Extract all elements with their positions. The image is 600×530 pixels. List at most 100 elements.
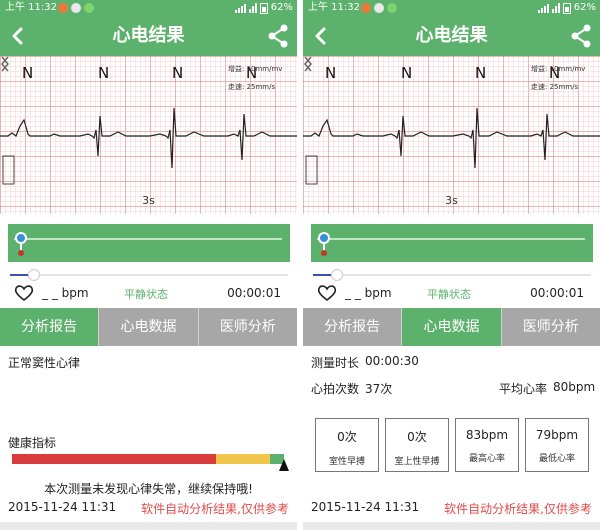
- beat-label: N: [325, 64, 337, 82]
- metric-card-supraventricular: 0次 室上性早搏: [385, 418, 449, 472]
- beat-label: N: [98, 64, 110, 82]
- tab-doctor-analysis[interactable]: 医师分析: [501, 308, 600, 346]
- overview-trace: [317, 238, 585, 240]
- tab-bar: 分析报告 心电数据 医师分析: [303, 308, 600, 346]
- footer: 2015-11-24 11:31 软件自动分析结果,仅供参考: [0, 496, 297, 530]
- battery-icon: [562, 2, 571, 14]
- beat-label: N: [22, 64, 34, 82]
- ecg-waveform-chart[interactable]: N N N N 增益: 10mm/mv 走速: 25mm/s 3s: [303, 56, 600, 214]
- bottom-edge: [0, 522, 297, 530]
- tab-ecg-data[interactable]: 心电数据: [402, 308, 502, 346]
- state-label: 平静状态: [427, 288, 471, 301]
- status-bar: 上午 11:32 62%: [303, 0, 600, 16]
- record-date: 2015-11-24 11:31: [8, 500, 117, 514]
- position-marker-icon[interactable]: [13, 216, 39, 256]
- metric-label: 室上性早搏: [394, 457, 440, 467]
- metric-value: 79bpm: [535, 428, 579, 442]
- battery-icon: [259, 2, 268, 14]
- bottom-edge: [303, 522, 600, 530]
- heart-icon[interactable]: [14, 284, 34, 302]
- status-right: 62%: [537, 0, 596, 16]
- disclaimer-note: 软件自动分析结果,仅供参考: [141, 502, 289, 516]
- bpm-readout: _ _ bpm: [42, 286, 89, 300]
- chevron-right-icon[interactable]: [303, 56, 313, 72]
- beat-label: N: [401, 64, 413, 82]
- metric-card-ventricular: 0次 室性早搏: [315, 418, 379, 472]
- status-time: 上午 11:32: [308, 2, 360, 13]
- heart-icon[interactable]: [317, 284, 337, 302]
- footer: 2015-11-24 11:31 软件自动分析结果,仅供参考: [303, 496, 600, 530]
- health-segment-red: [12, 454, 216, 464]
- metric-label: 最高心率: [468, 454, 505, 464]
- overview-trace: [14, 238, 282, 240]
- duration-label: 测量时长: [311, 356, 360, 370]
- avg-rate-value: 80bpm: [553, 380, 596, 394]
- beats-label: 心拍次数: [311, 382, 360, 396]
- wifi-icon: [248, 3, 257, 13]
- playback-area: _ _ bpm 平静状态 00:00:01: [0, 214, 297, 308]
- metric-card-max-rate: 83bpm 最高心率: [455, 418, 519, 472]
- report-content: 正常窦性心律 健康指标 本次测量未发现心律失常，继续保持哦!: [0, 346, 297, 496]
- wechat-icon: [387, 3, 397, 13]
- beat-label: N: [475, 64, 487, 82]
- notification-icon: [361, 3, 371, 13]
- status-time: 上午 11:32: [5, 2, 57, 13]
- health-index-label: 健康指标: [8, 436, 57, 450]
- avg-rate-label: 平均心率: [499, 382, 548, 396]
- position-marker-icon[interactable]: [316, 216, 342, 256]
- bpm-readout: _ _ bpm: [345, 286, 392, 300]
- ecg-data-content: 测量时长 00:00:30 心拍次数 37次 平均心率 80bpm 0次 室性早…: [303, 346, 600, 496]
- share-icon[interactable]: [570, 24, 592, 48]
- tab-doctor-analysis[interactable]: 医师分析: [198, 308, 297, 346]
- metric-card-min-rate: 79bpm 最低心率: [525, 418, 589, 472]
- progress-knob[interactable]: [28, 269, 40, 281]
- metric-value: 83bpm: [465, 428, 509, 442]
- status-bar: 上午 11:32 62%: [0, 0, 297, 16]
- page-title: 心电结果: [415, 25, 488, 46]
- wechat-icon: [84, 3, 94, 13]
- tab-ecg-data[interactable]: 心电数据: [99, 308, 199, 346]
- notification-icon: [58, 3, 68, 13]
- tab-analysis-report[interactable]: 分析报告: [0, 308, 100, 346]
- page-title: 心电结果: [112, 25, 185, 46]
- time-window-label: 3s: [445, 194, 458, 207]
- overview-track[interactable]: [311, 224, 593, 262]
- screen-ecg-data: 上午 11:32 62% 心电结果 N N N N 增益: 10mm/mv 走速…: [303, 0, 600, 530]
- rhythm-result: 正常窦性心律: [8, 356, 81, 370]
- metric-value: 0次: [337, 430, 357, 444]
- speed-label: 走速: 25mm/s: [228, 83, 276, 91]
- notification-icon: [374, 3, 384, 13]
- record-date: 2015-11-24 11:31: [311, 500, 420, 514]
- metric-label: 室性早搏: [328, 457, 365, 467]
- gain-label: 增益: 10mm/mv: [228, 65, 283, 73]
- share-icon[interactable]: [267, 24, 289, 48]
- timer-readout: 00:00:01: [227, 286, 281, 300]
- timer-readout: 00:00:01: [530, 286, 584, 300]
- metric-value: 0次: [407, 430, 427, 444]
- signal-icon: [537, 3, 549, 13]
- ecg-waveform-chart[interactable]: N N N N 增益: 10mm/mv 走速: 25mm/s 3s: [0, 56, 297, 214]
- health-pointer-icon: [279, 459, 289, 471]
- beat-label: N: [172, 64, 184, 82]
- chevron-right-icon[interactable]: [0, 56, 10, 72]
- progress-knob[interactable]: [331, 269, 343, 281]
- health-message: 本次测量未发现心律失常，继续保持哦!: [44, 482, 253, 496]
- playback-area: _ _ bpm 平静状态 00:00:01: [303, 214, 600, 308]
- notification-icon: [71, 3, 81, 13]
- health-index-bar: [12, 454, 284, 464]
- tab-bar: 分析报告 心电数据 医师分析: [0, 308, 297, 346]
- progress-track[interactable]: [313, 274, 591, 276]
- battery-level: 62%: [573, 2, 596, 13]
- disclaimer-note: 软件自动分析结果,仅供参考: [444, 502, 592, 516]
- screen-analysis-report: 上午 11:32 62% 心电结果 N N N N 增益: 10mm/mv 走速…: [0, 0, 297, 530]
- tab-analysis-report[interactable]: 分析报告: [303, 308, 403, 346]
- title-bar: 心电结果: [0, 16, 297, 56]
- metric-label: 最低心率: [538, 454, 575, 464]
- beats-value: 37次: [365, 382, 393, 396]
- duration-value: 00:00:30: [365, 354, 419, 368]
- gain-label: 增益: 10mm/mv: [531, 65, 586, 73]
- overview-track[interactable]: [8, 224, 290, 262]
- progress-track[interactable]: [10, 274, 288, 276]
- signal-icon: [234, 3, 246, 13]
- health-segment-yellow: [216, 454, 271, 464]
